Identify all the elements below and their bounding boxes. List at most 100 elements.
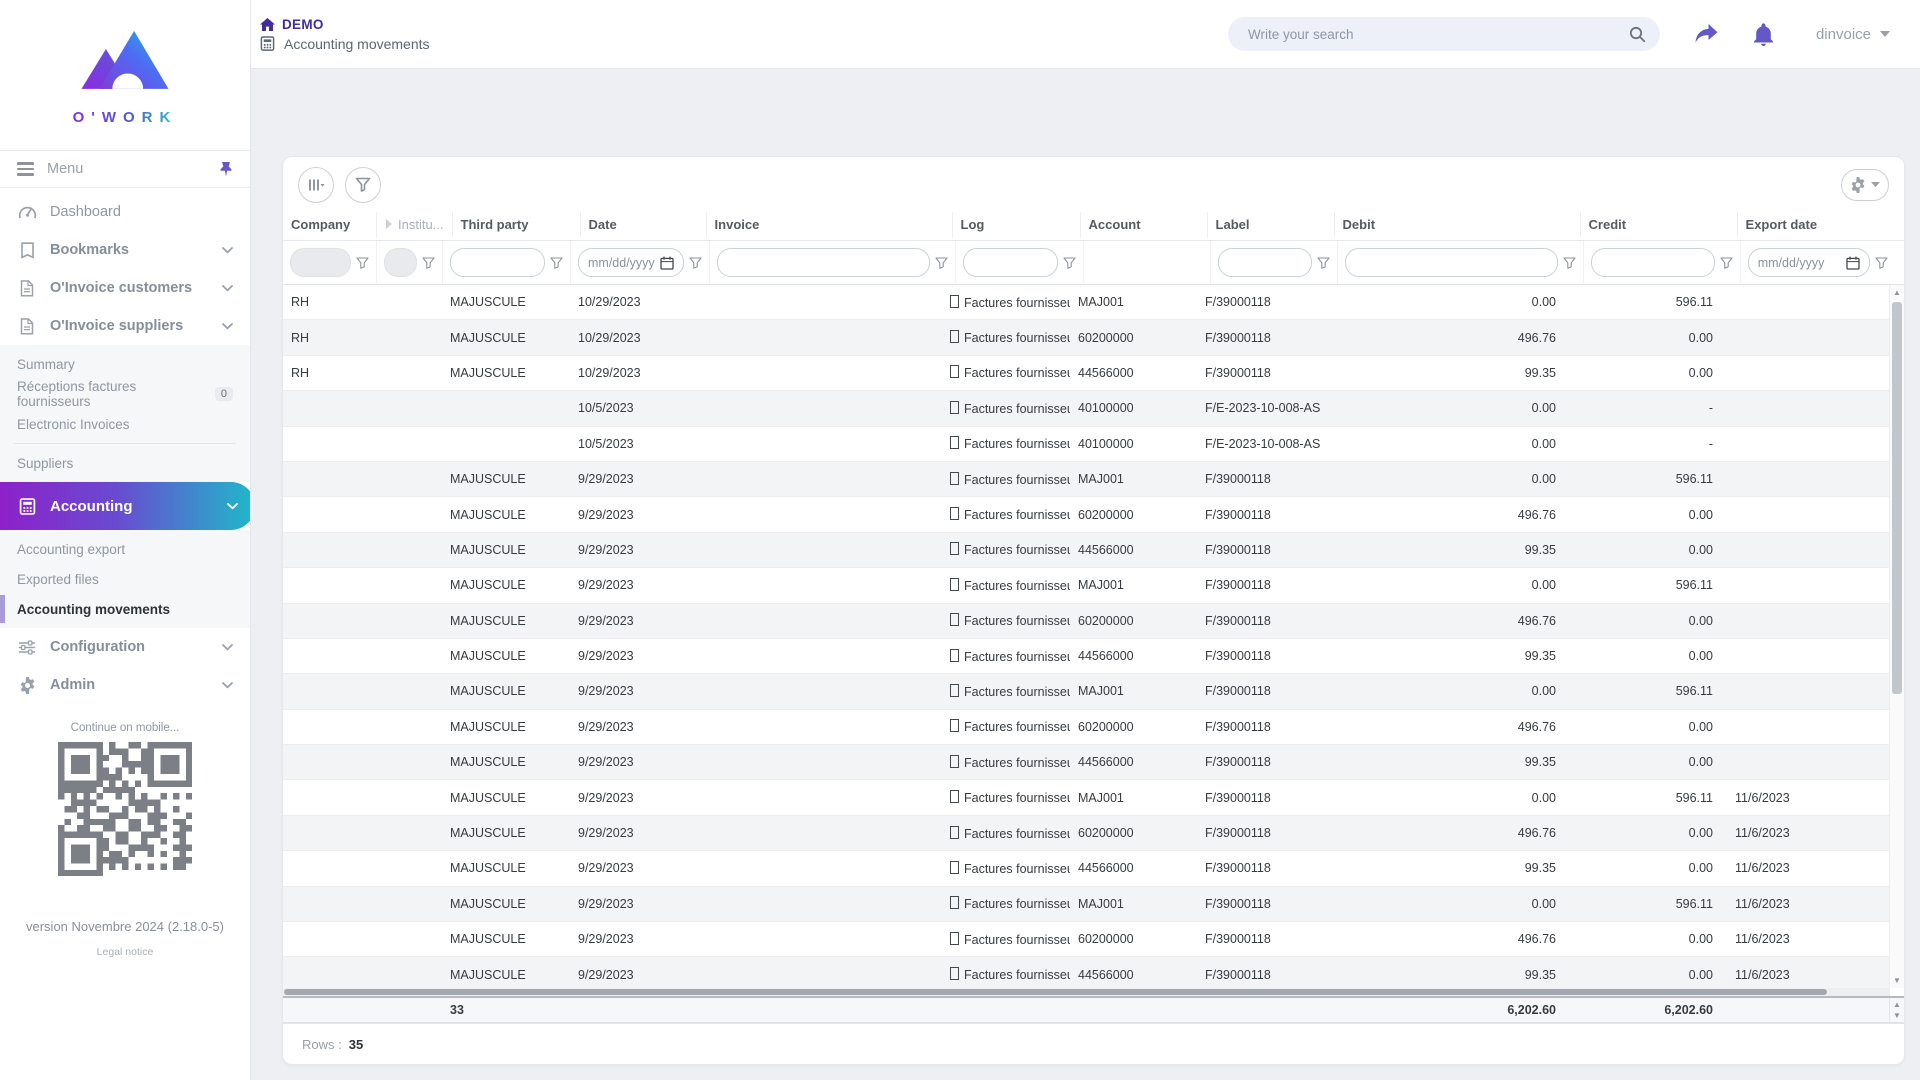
search-icon[interactable] — [1629, 26, 1646, 43]
search-input[interactable] — [1246, 26, 1629, 43]
sidebar-item-suppliers[interactable]: Suppliers — [0, 448, 250, 478]
table-row[interactable]: RHMAJUSCULE10/29/2023Factures fournisseu… — [283, 285, 1889, 320]
share-icon[interactable] — [1694, 24, 1719, 44]
log-glyph-icon — [950, 755, 959, 768]
filter-cell-institution — [376, 241, 442, 284]
column-header-institution[interactable]: Institu... — [376, 212, 452, 237]
sidebar-item-r-ceptions-factures-fournisseurs[interactable]: Réceptions factures fournisseurs0 — [0, 379, 250, 409]
table-row[interactable]: MAJUSCULE9/29/2023Factures fournisseurs6… — [283, 816, 1889, 851]
filter-funnel-icon[interactable] — [356, 257, 369, 269]
table-row[interactable]: 10/5/2023Factures fournisseurs40100000F/… — [283, 391, 1889, 426]
filter-funnel-icon[interactable] — [689, 257, 702, 269]
sidebar-item-exported-files[interactable]: Exported files — [0, 564, 250, 594]
sidebar-bottom: Continue on mobile... version Novembre 2… — [0, 722, 250, 1080]
cell-third_party: MAJUSCULE — [442, 472, 570, 486]
horizontal-scrollbar[interactable] — [283, 988, 1890, 996]
sidebar-item-dashboard[interactable]: Dashboard — [0, 193, 250, 231]
rows-count: 35 — [349, 1037, 363, 1052]
cell-credit: 596.11 — [1570, 897, 1727, 911]
column-header-date[interactable]: Date — [580, 212, 706, 237]
column-header-account[interactable]: Account — [1080, 212, 1207, 237]
table-row[interactable]: MAJUSCULE9/29/2023Factures fournisseurs4… — [283, 533, 1889, 568]
scroll-up-button[interactable]: ▲ — [1890, 285, 1904, 300]
sidebar-item-accounting-export[interactable]: Accounting export — [0, 534, 250, 564]
filter-funnel-icon[interactable] — [1875, 257, 1888, 269]
table-row[interactable]: MAJUSCULE9/29/2023Factures fournisseurs4… — [283, 851, 1889, 886]
filter-input-credit[interactable] — [1591, 248, 1715, 277]
column-header-label: Credit — [1589, 217, 1627, 232]
column-header-debit[interactable]: Debit — [1334, 212, 1580, 237]
column-header-company[interactable]: Company — [283, 212, 376, 237]
filter-funnel-icon[interactable] — [1317, 257, 1330, 269]
table-row[interactable]: RHMAJUSCULE10/29/2023Factures fournisseu… — [283, 356, 1889, 391]
cell-third_party: MAJUSCULE — [442, 755, 570, 769]
column-header-label[interactable]: Label — [1207, 212, 1334, 237]
legal-notice-link[interactable]: Legal notice — [0, 946, 250, 958]
cell-account: MAJ001 — [1070, 791, 1197, 805]
filter-funnel-icon[interactable] — [1720, 257, 1733, 269]
pin-icon[interactable] — [219, 161, 233, 177]
vertical-scrollbar-thumb[interactable] — [1892, 302, 1902, 694]
column-header-third_party[interactable]: Third party — [452, 212, 580, 237]
filter-funnel-icon[interactable] — [935, 257, 948, 269]
filter-funnel-icon[interactable] — [1563, 257, 1576, 269]
sidebar-item-summary[interactable]: Summary — [0, 349, 250, 379]
column-chooser-button[interactable] — [298, 167, 334, 203]
cell-debit: 0.00 — [1324, 437, 1570, 451]
cell-account: MAJ001 — [1070, 472, 1197, 486]
table-row[interactable]: MAJUSCULE9/29/2023Factures fournisseurs4… — [283, 745, 1889, 780]
filter-funnel-icon[interactable] — [1063, 257, 1076, 269]
sidebar-item-accounting[interactable]: Accounting — [0, 482, 250, 530]
main-area: DEMO Accounting movements — [251, 0, 1920, 1080]
table-row[interactable]: MAJUSCULE9/29/2023Factures fournisseurs4… — [283, 957, 1889, 988]
column-header-export_date[interactable]: Export date — [1737, 212, 1892, 237]
table-row[interactable]: MAJUSCULE9/29/2023Factures fournisseursM… — [283, 887, 1889, 922]
sidebar-subitem-label: Accounting export — [17, 542, 125, 557]
filter-input-invoice[interactable] — [717, 248, 930, 277]
table-row[interactable]: MAJUSCULE9/29/2023Factures fournisseurs6… — [283, 922, 1889, 957]
table-row[interactable]: 10/5/2023Factures fournisseurs40100000F/… — [283, 427, 1889, 462]
filter-input-log[interactable] — [963, 248, 1058, 277]
sidebar-item-o-invoice-suppliers[interactable]: O'Invoice suppliers — [0, 307, 250, 345]
user-menu[interactable]: dinvoice — [1816, 26, 1890, 43]
sidebar-item-o-invoice-customers[interactable]: O'Invoice customers — [0, 269, 250, 307]
table-row[interactable]: RHMAJUSCULE10/29/2023Factures fournisseu… — [283, 320, 1889, 355]
vertical-scrollbar[interactable]: ▲ ▼ — [1889, 285, 1904, 988]
sidebar-item-configuration[interactable]: Configuration — [0, 628, 250, 666]
table-row[interactable]: MAJUSCULE9/29/2023Factures fournisseurs4… — [283, 639, 1889, 674]
table-row[interactable]: MAJUSCULE9/29/2023Factures fournisseurs6… — [283, 710, 1889, 745]
filter-input-label[interactable] — [1218, 248, 1312, 277]
calendar-icon[interactable] — [660, 256, 674, 270]
scroll-down-button[interactable]: ▼ — [1890, 973, 1904, 988]
filter-input-third_party[interactable] — [450, 248, 545, 277]
column-header-credit[interactable]: Credit — [1580, 212, 1737, 237]
sidebar-item-bookmarks[interactable]: Bookmarks — [0, 231, 250, 269]
table-row[interactable]: MAJUSCULE9/29/2023Factures fournisseurs6… — [283, 497, 1889, 532]
sidebar-item-admin[interactable]: Admin — [0, 666, 250, 704]
grid-settings-button[interactable] — [1841, 169, 1889, 201]
sidebar-item-accounting-movements[interactable]: Accounting movements — [0, 594, 250, 624]
column-header-log[interactable]: Log — [952, 212, 1080, 237]
breadcrumb-site[interactable]: DEMO — [260, 17, 430, 32]
filter-input-date[interactable]: mm/dd/yyyy — [578, 248, 684, 277]
filter-button[interactable] — [345, 167, 381, 203]
table-row[interactable]: MAJUSCULE9/29/2023Factures fournisseursM… — [283, 462, 1889, 497]
table-row[interactable]: MAJUSCULE9/29/2023Factures fournisseurs6… — [283, 604, 1889, 639]
filter-funnel-icon[interactable] — [550, 257, 563, 269]
horizontal-scrollbar-thumb[interactable] — [284, 989, 1827, 995]
filter-funnel-icon[interactable] — [422, 257, 435, 269]
table-row[interactable]: MAJUSCULE9/29/2023Factures fournisseursM… — [283, 568, 1889, 603]
calendar-icon[interactable] — [1846, 256, 1860, 270]
totals-scroll-buttons[interactable]: ▲▼ — [1889, 998, 1904, 1022]
sidebar-item-label: O'Invoice suppliers — [50, 318, 183, 334]
sidebar-item-electronic-invoices[interactable]: Electronic Invoices — [0, 409, 250, 439]
filter-input-export_date[interactable]: mm/dd/yyyy — [1748, 248, 1870, 277]
column-header-invoice[interactable]: Invoice — [706, 212, 952, 237]
notifications-bell-icon[interactable] — [1753, 23, 1774, 46]
table-row[interactable]: MAJUSCULE9/29/2023Factures fournisseursM… — [283, 674, 1889, 709]
cell-third_party: MAJUSCULE — [442, 861, 570, 875]
log-glyph-icon — [950, 436, 959, 449]
hamburger-icon[interactable] — [17, 162, 34, 176]
table-row[interactable]: MAJUSCULE9/29/2023Factures fournisseursM… — [283, 780, 1889, 815]
filter-input-debit[interactable] — [1345, 248, 1558, 277]
